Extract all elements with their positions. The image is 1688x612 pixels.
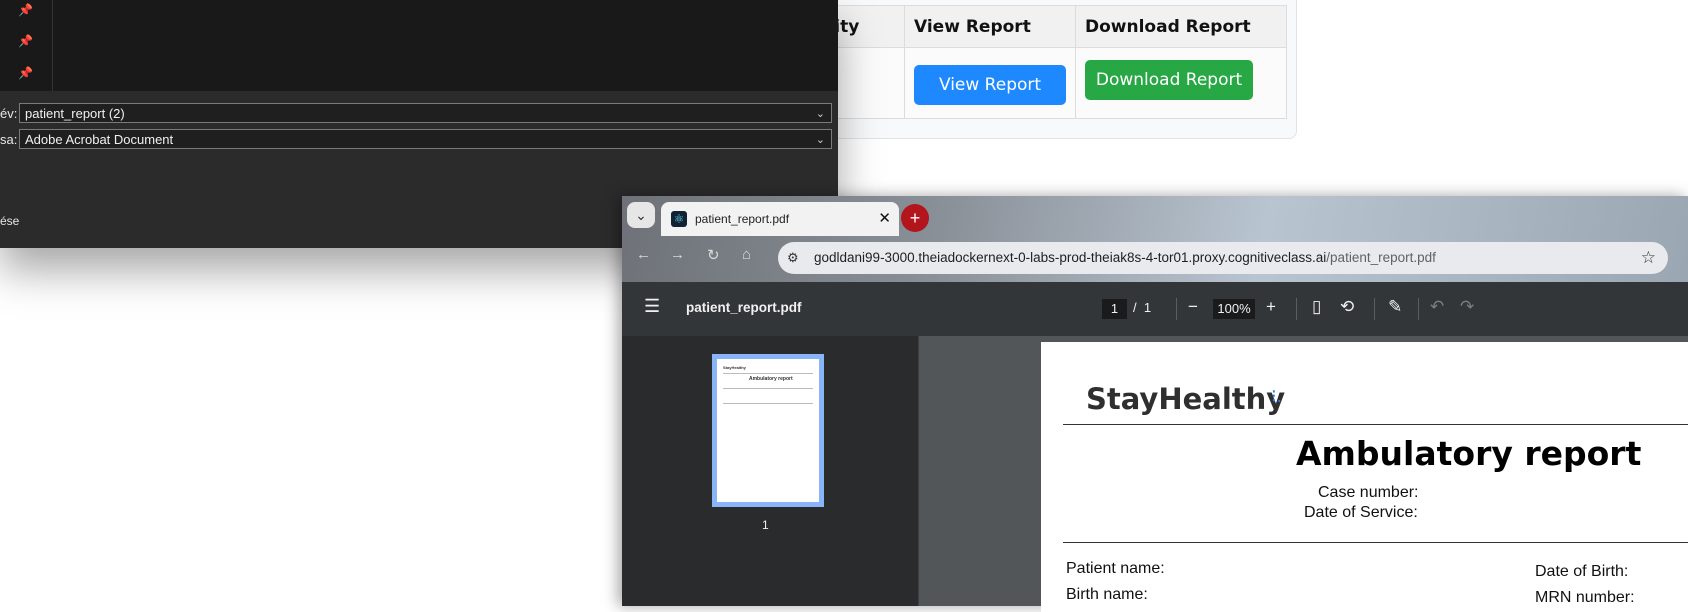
address-bar[interactable]: ⚙ godldani99-3000.theiadockernext-0-labs… bbox=[778, 242, 1668, 274]
birth-name-label: Birth name: bbox=[1066, 586, 1148, 603]
divider bbox=[1176, 298, 1177, 320]
pdf-file-name: patient_report.pdf bbox=[686, 300, 802, 315]
mrn-label: MRN number: bbox=[1535, 589, 1635, 606]
divider bbox=[1296, 298, 1297, 320]
thumbnail-rule bbox=[723, 388, 813, 389]
page-number-input[interactable]: 1 bbox=[1102, 299, 1127, 319]
date-of-service-label: Date of Service: bbox=[1304, 504, 1418, 521]
thumbnail-rule bbox=[723, 403, 813, 404]
zoom-input[interactable]: 100% bbox=[1213, 299, 1255, 319]
tab-patient-report[interactable]: ⚛ patient_report.pdf ✕ bbox=[661, 202, 899, 236]
thumbnail-sidebar: StayHealthy Ambulatory report 1 bbox=[622, 336, 919, 606]
table-header-row: ality View Report Download Report bbox=[816, 5, 1287, 48]
zoom-in-icon[interactable]: + bbox=[1266, 297, 1276, 317]
browser-title-bar: ⌄ ⚛ patient_report.pdf ✕ + ← → ↻ ⌂ ⚙ god… bbox=[622, 196, 1688, 282]
quick-access-pane: 📌 📌 📌 bbox=[0, 0, 53, 91]
url-text[interactable]: godldani99-3000.theiadockernext-0-labs-p… bbox=[814, 250, 1436, 265]
forward-icon[interactable]: → bbox=[670, 246, 685, 263]
rotate-icon[interactable]: ⟲ bbox=[1340, 297, 1354, 317]
stayhealthy-logo: StayHealthy bbox=[1086, 382, 1286, 416]
react-icon: ⚛ bbox=[671, 211, 687, 227]
filetype-label: sa: bbox=[0, 132, 18, 147]
header-download-report: Download Report bbox=[1075, 5, 1287, 48]
fit-page-icon[interactable]: ▯ bbox=[1312, 297, 1321, 317]
total-pages: 1 bbox=[1143, 300, 1152, 315]
back-icon[interactable]: ← bbox=[636, 246, 651, 263]
section-rule bbox=[1063, 542, 1688, 543]
page-count: / 1 bbox=[1133, 300, 1151, 315]
tab-search-button[interactable]: ⌄ bbox=[627, 202, 655, 228]
pdf-toolbar: ☰ patient_report.pdf 1 / 1 − 100% + ▯ ⟲ … bbox=[622, 282, 1688, 336]
logo-figure-icon: ⁝. bbox=[1271, 386, 1282, 406]
thumbnail-rule bbox=[723, 373, 813, 374]
url-path: /patient_report.pdf bbox=[1326, 250, 1436, 265]
header-view-report: View Report bbox=[904, 5, 1076, 48]
pdf-canvas: StayHealthy ⁝. Ambulatory report Case nu… bbox=[919, 336, 1688, 612]
header-rule bbox=[1063, 424, 1688, 425]
table-row: View Report Download Report bbox=[816, 47, 1287, 119]
filename-value: patient_report (2) bbox=[25, 106, 125, 121]
pin-icon[interactable]: 📌 bbox=[18, 34, 33, 48]
chevron-down-icon[interactable]: ⌄ bbox=[816, 130, 825, 150]
cell-view: View Report bbox=[904, 47, 1076, 119]
reload-icon[interactable]: ↻ bbox=[707, 246, 720, 264]
filetype-value: Adobe Acrobat Document bbox=[25, 132, 174, 147]
menu-icon[interactable]: ☰ bbox=[644, 296, 660, 317]
page-thumbnail[interactable]: StayHealthy Ambulatory report bbox=[712, 354, 824, 507]
chevron-down-icon[interactable]: ⌄ bbox=[816, 104, 825, 124]
divider bbox=[1374, 298, 1375, 320]
cell-download: Download Report bbox=[1075, 47, 1287, 119]
thumbnail-logo: StayHealthy bbox=[723, 365, 746, 370]
redo-icon[interactable]: ↷ bbox=[1460, 297, 1474, 317]
divider bbox=[1418, 298, 1419, 320]
browser-window: ⌄ ⚛ patient_report.pdf ✕ + ← → ↻ ⌂ ⚙ god… bbox=[622, 196, 1688, 612]
pin-icon[interactable]: 📌 bbox=[18, 3, 33, 17]
report-table: ality View Report Download Report View R… bbox=[816, 5, 1287, 119]
dialog-footer-text[interactable]: ése bbox=[0, 214, 19, 228]
bookmark-star-icon[interactable]: ☆ bbox=[1641, 248, 1656, 268]
thumbnail-page-number: 1 bbox=[762, 518, 769, 532]
url-host: godldani99-3000.theiadockernext-0-labs-p… bbox=[814, 250, 1327, 265]
zoom-out-icon[interactable]: − bbox=[1188, 297, 1198, 317]
tab-title: patient_report.pdf bbox=[695, 212, 790, 226]
patient-name-label: Patient name: bbox=[1066, 560, 1165, 577]
home-icon[interactable]: ⌂ bbox=[742, 246, 751, 263]
filename-field[interactable]: patient_report (2) ⌄ bbox=[19, 103, 832, 123]
date-of-birth-label: Date of Birth: bbox=[1535, 563, 1629, 580]
case-number-label: Case number: bbox=[1318, 484, 1419, 501]
draw-icon[interactable]: ✎ bbox=[1388, 297, 1402, 317]
page-separator: / bbox=[1133, 300, 1137, 315]
download-report-button[interactable]: Download Report bbox=[1085, 60, 1253, 100]
pdf-page: StayHealthy ⁝. Ambulatory report Case nu… bbox=[1041, 342, 1688, 612]
view-report-button[interactable]: View Report bbox=[914, 65, 1066, 105]
report-title: Ambulatory report bbox=[1296, 434, 1642, 473]
thumbnail-title: Ambulatory report bbox=[749, 376, 793, 382]
close-icon[interactable]: ✕ bbox=[878, 209, 891, 227]
new-tab-button[interactable]: + bbox=[901, 204, 929, 232]
dialog-folder-pane: 📌 📌 📌 bbox=[0, 0, 838, 91]
filename-label: év: bbox=[0, 106, 18, 121]
pin-icon[interactable]: 📌 bbox=[18, 66, 33, 80]
site-info-icon[interactable]: ⚙ bbox=[787, 250, 803, 266]
filetype-select[interactable]: Adobe Acrobat Document ⌄ bbox=[19, 129, 832, 149]
undo-icon[interactable]: ↶ bbox=[1430, 297, 1444, 317]
